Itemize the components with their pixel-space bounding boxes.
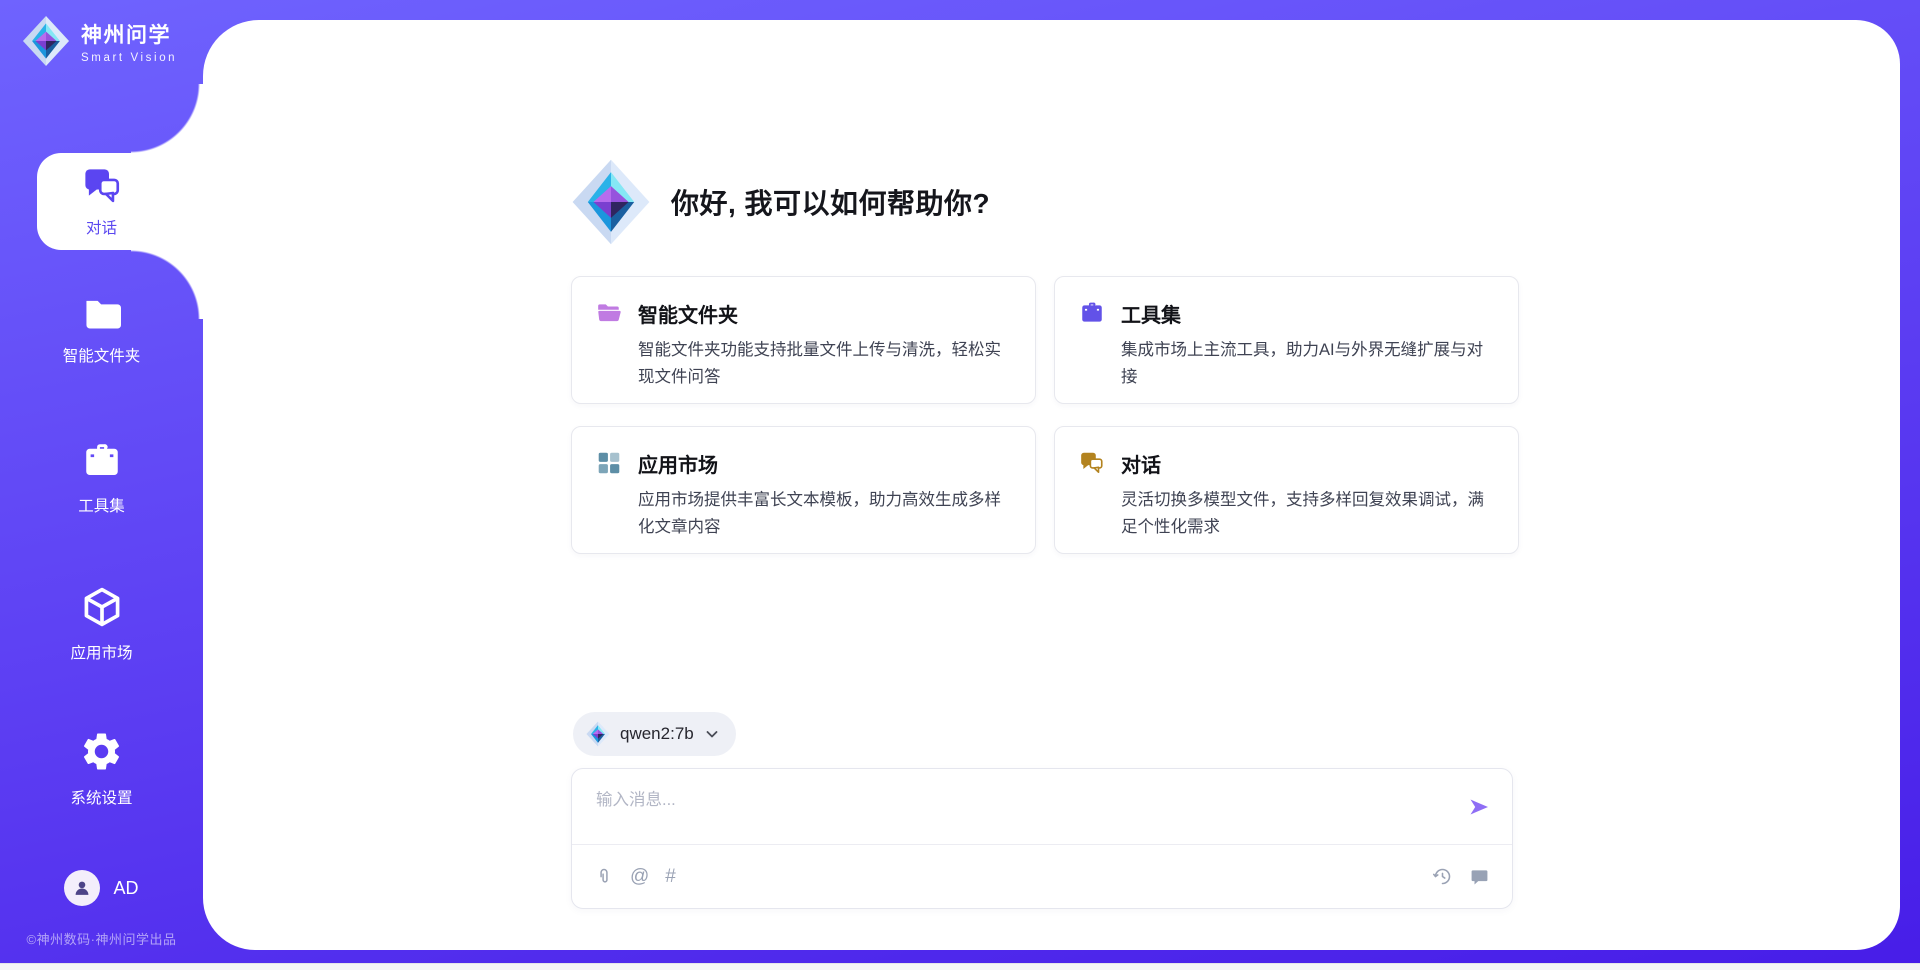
sidebar-footer: ©神州数码·神州问学出品 [0,929,203,948]
brand-name: 神州问学 [81,19,177,49]
horizontal-scrollbar[interactable] [0,963,1920,970]
sidebar-item-settings[interactable]: 系统设置 [0,729,203,808]
chat-icon [1079,449,1105,553]
chat-icon [80,165,124,212]
gear-icon [79,729,124,779]
hash-icon[interactable]: # [665,867,676,886]
brand-text: 神州问学 Smart Vision [81,19,177,64]
toolbox-icon [1079,299,1105,403]
avatar [64,870,100,906]
user-icon [71,877,93,899]
main-panel: 你好, 我可以如何帮助你? 智能文件夹 智能文件夹功能支持批量文件上传与清洗，轻… [203,20,1900,950]
card-title: 应用市场 [638,449,1005,478]
brand-diamond-icon [571,158,651,246]
sidebar-item-label: 系统设置 [70,786,132,808]
sidebar-item-smart-folder[interactable]: 智能文件夹 [0,294,203,366]
model-name: qwen2:7b [620,724,694,744]
composer-tools-right [1432,866,1490,887]
attachment-icon[interactable] [594,866,614,888]
send-icon[interactable] [1466,795,1492,819]
sidebar-item-label: 工具集 [78,494,125,516]
sidebar-item-app-market[interactable]: 应用市场 [0,585,203,663]
brand-logo: 神州问学 Smart Vision [22,15,177,67]
folder-open-icon [596,299,622,403]
card-toolset[interactable]: 工具集 集成市场上主流工具，助力AI与外界无缝扩展与对接 [1054,276,1519,404]
sidebar-item-label: 智能文件夹 [63,344,141,366]
composer-tools-left: @ # [594,866,676,888]
composer-toolbar: @ # [572,844,1512,908]
card-description: 智能文件夹功能支持批量文件上传与清洗，轻松实现文件问答 [638,337,1005,391]
card-title: 对话 [1121,449,1488,478]
feature-cards: 智能文件夹 智能文件夹功能支持批量文件上传与清洗，轻松实现文件问答 工具集 集成… [571,276,1519,554]
message-composer: @ # [571,768,1513,909]
card-description: 集成市场上主流工具，助力AI与外界无缝扩展与对接 [1121,337,1488,391]
card-description: 灵活切换多模型文件，支持多样回复效果调试，满足个性化需求 [1121,487,1488,541]
card-title: 智能文件夹 [638,299,1005,328]
grid-icon [596,449,622,553]
brand-diamond-icon [22,15,70,67]
folder-icon [81,294,123,337]
card-body: 智能文件夹 智能文件夹功能支持批量文件上传与清洗，轻松实现文件问答 [638,299,1005,403]
cube-icon [80,585,124,634]
card-title: 工具集 [1121,299,1488,328]
user-name: AD [113,878,138,899]
greeting-title: 你好, 我可以如何帮助你? [671,182,990,222]
model-selector[interactable]: qwen2:7b [573,712,736,756]
chevron-down-icon [704,726,720,742]
app-window: 你好, 我可以如何帮助你? 智能文件夹 智能文件夹功能支持批量文件上传与清洗，轻… [0,0,1920,970]
toolbox-icon [81,440,123,487]
card-body: 工具集 集成市场上主流工具，助力AI与外界无缝扩展与对接 [1121,299,1488,403]
greeting-block: 你好, 我可以如何帮助你? [571,158,990,246]
card-chat[interactable]: 对话 灵活切换多模型文件，支持多样回复效果调试，满足个性化需求 [1054,426,1519,554]
message-input[interactable] [572,769,1512,845]
sidebar-item-toolset[interactable]: 工具集 [0,440,203,516]
history-icon[interactable] [1432,866,1453,887]
sidebar-item-label: 对话 [86,216,117,238]
feedback-chat-icon[interactable] [1469,867,1490,887]
card-app-market[interactable]: 应用市场 应用市场提供丰富长文本模板，助力高效生成多样化文章内容 [571,426,1036,554]
user-account[interactable]: AD [0,870,203,906]
mention-icon[interactable]: @ [630,867,649,886]
brand-subtitle: Smart Vision [81,52,177,64]
brand-diamond-icon [586,721,610,747]
card-body: 应用市场 应用市场提供丰富长文本模板，助力高效生成多样化文章内容 [638,449,1005,553]
card-smart-folder[interactable]: 智能文件夹 智能文件夹功能支持批量文件上传与清洗，轻松实现文件问答 [571,276,1036,404]
tab-fillet-top [131,84,206,153]
card-body: 对话 灵活切换多模型文件，支持多样回复效果调试，满足个性化需求 [1121,449,1488,553]
card-description: 应用市场提供丰富长文本模板，助力高效生成多样化文章内容 [638,487,1005,541]
sidebar-item-chat[interactable]: 对话 [0,153,203,250]
sidebar-item-label: 应用市场 [70,641,132,663]
